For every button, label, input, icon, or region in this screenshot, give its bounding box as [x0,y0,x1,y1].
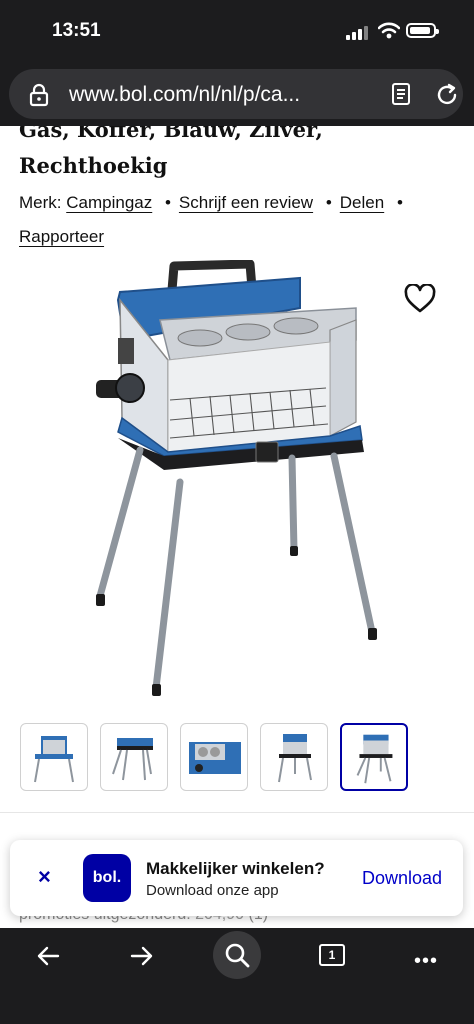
thumbnail-5[interactable] [340,723,408,791]
brand-link[interactable]: Campingaz [66,193,152,212]
clock: 13:51 [52,20,101,41]
download-app-button[interactable]: Download [362,868,442,889]
thumbnail-image [278,734,312,783]
thumbnail-image [356,734,393,784]
wishlist-heart-icon[interactable] [404,284,436,314]
reader-mode-icon[interactable] [391,83,411,105]
browser-bottom-toolbar: 1 ••• [0,928,474,1024]
status-bar: 13:51 [0,0,474,64]
lock-icon [29,83,49,107]
bol-app-logo: bol. [83,854,131,902]
wifi-icon [378,22,400,39]
product-title-cut-line: Gas, Koffer, Blauw, Zilver, [19,126,323,142]
forward-arrow-icon[interactable] [130,946,154,966]
product-title-clip: Gas, Koffer, Blauw, Zilver, Rechthoekig [0,126,474,186]
address-bar[interactable]: www.bol.com/nl/nl/p/ca... [9,69,463,119]
thumbnail-1[interactable] [20,723,88,791]
cellular-signal-icon [346,24,370,40]
thumbnail-4[interactable] [260,723,328,791]
banner-title: Makkelijker winkelen? [146,859,325,878]
browser-toolbar: www.bol.com/nl/nl/p/ca... [0,64,474,126]
thumbnail-image [189,742,241,774]
thumbnail-image [112,738,153,781]
product-title-line: Rechthoekig [19,153,168,178]
thumbnail-2[interactable] [100,723,168,791]
url-text[interactable]: www.bol.com/nl/nl/p/ca... [69,83,300,107]
divider [0,812,474,813]
banner-subtitle: Download onze app [146,882,279,899]
separator: • [325,193,332,212]
tabs-button[interactable]: 1 [319,944,345,966]
app-download-banner: × bol. Makkelijker winkelen? Download on… [10,840,463,916]
close-banner-button[interactable]: × [38,864,51,890]
thumbnail-3[interactable] [180,723,248,791]
product-meta: Merk: Campingaz • Schrijf een review • Del… [19,186,459,254]
share-link[interactable]: Delen [340,193,384,212]
report-link[interactable]: Rapporteer [19,227,104,246]
battery-icon [406,23,439,38]
more-menu-button[interactable]: ••• [414,950,438,973]
reload-icon[interactable] [435,83,459,107]
back-arrow-icon[interactable] [36,946,60,966]
search-icon [225,943,250,968]
write-review-link[interactable]: Schrijf een review [179,193,313,212]
product-image[interactable] [90,260,380,700]
separator: • [396,193,403,212]
separator: • [164,193,171,212]
thumbnail-image [34,736,74,783]
brand-label: Merk: [19,193,62,212]
product-title: Gas, Koffer, Blauw, Zilver, Rechthoekig [19,126,459,184]
search-button[interactable] [213,931,261,979]
